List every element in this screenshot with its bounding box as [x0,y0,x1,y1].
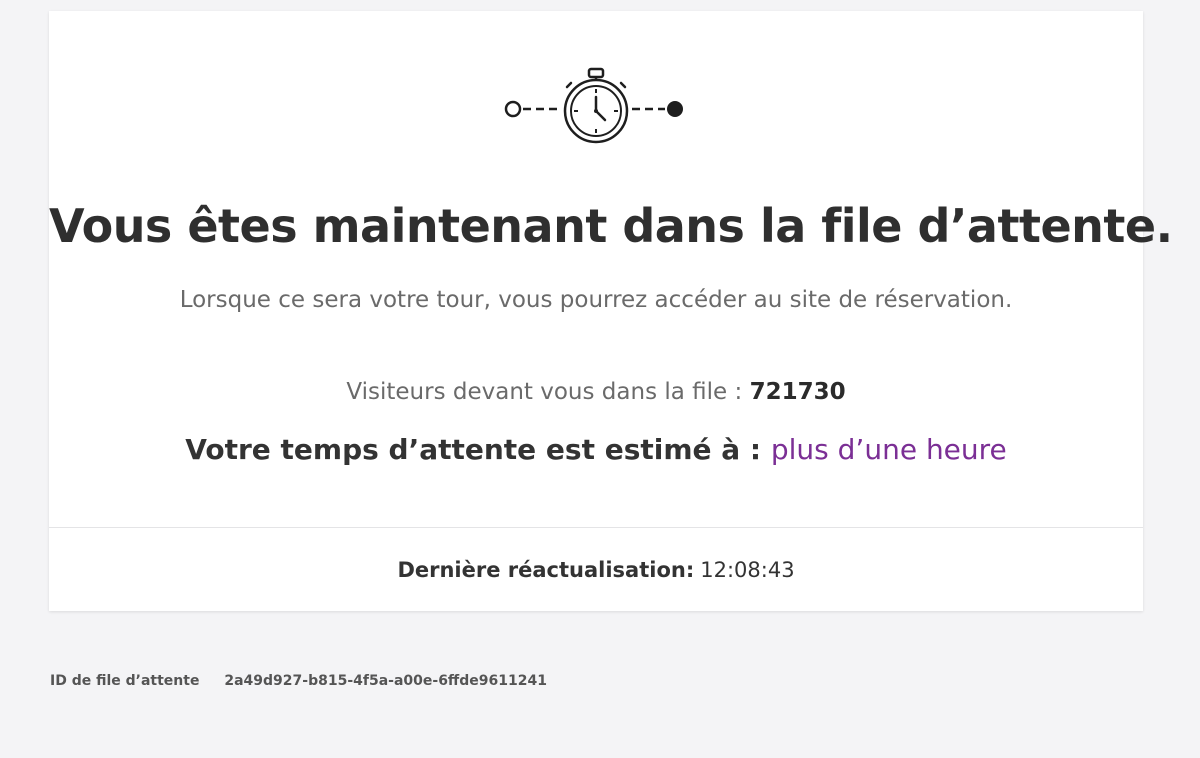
progress-start-dot [504,100,522,118]
queue-id-label: ID de file d’attente [50,673,200,689]
page-title: Vous êtes maintenant dans la file d’atte… [49,199,1173,253]
estimated-wait-label: Votre temps d’attente est estimé à : [185,433,771,466]
queue-id-value: 2a49d927-b815-4f5a-a00e-6ffde9611241 [224,673,547,689]
stopwatch-progress-icon [504,67,683,144]
queue-subtitle: Lorsque ce sera votre tour, vous pourrez… [179,287,1013,313]
queue-id: ID de file d’attente 2a49d927-b815-4f5a-… [50,673,547,689]
estimated-wait-value: plus d’une heure [770,433,1007,466]
estimated-wait: Votre temps d’attente est estimé à : plu… [49,433,1143,466]
visitors-ahead-label: Visiteurs devant vous dans la file : [346,379,750,405]
progress-end-dot [667,101,683,117]
last-refresh-label: Dernière réactualisation: [397,557,695,582]
queue-card-main: Vous êtes maintenant dans la file d’atte… [49,11,1173,528]
last-refresh: Dernière réactualisation: 12:08:43 [49,528,1143,611]
queue-card: Vous êtes maintenant dans la file d’atte… [49,11,1173,611]
stopwatch-icon [563,67,629,144]
last-refresh-time: 12:08:43 [700,557,795,582]
queue-progress-icon-wrap [49,67,1143,147]
visitors-ahead-count: 721730 [749,379,846,405]
visitors-ahead: Visiteurs devant vous dans la file : 721… [49,379,1143,405]
